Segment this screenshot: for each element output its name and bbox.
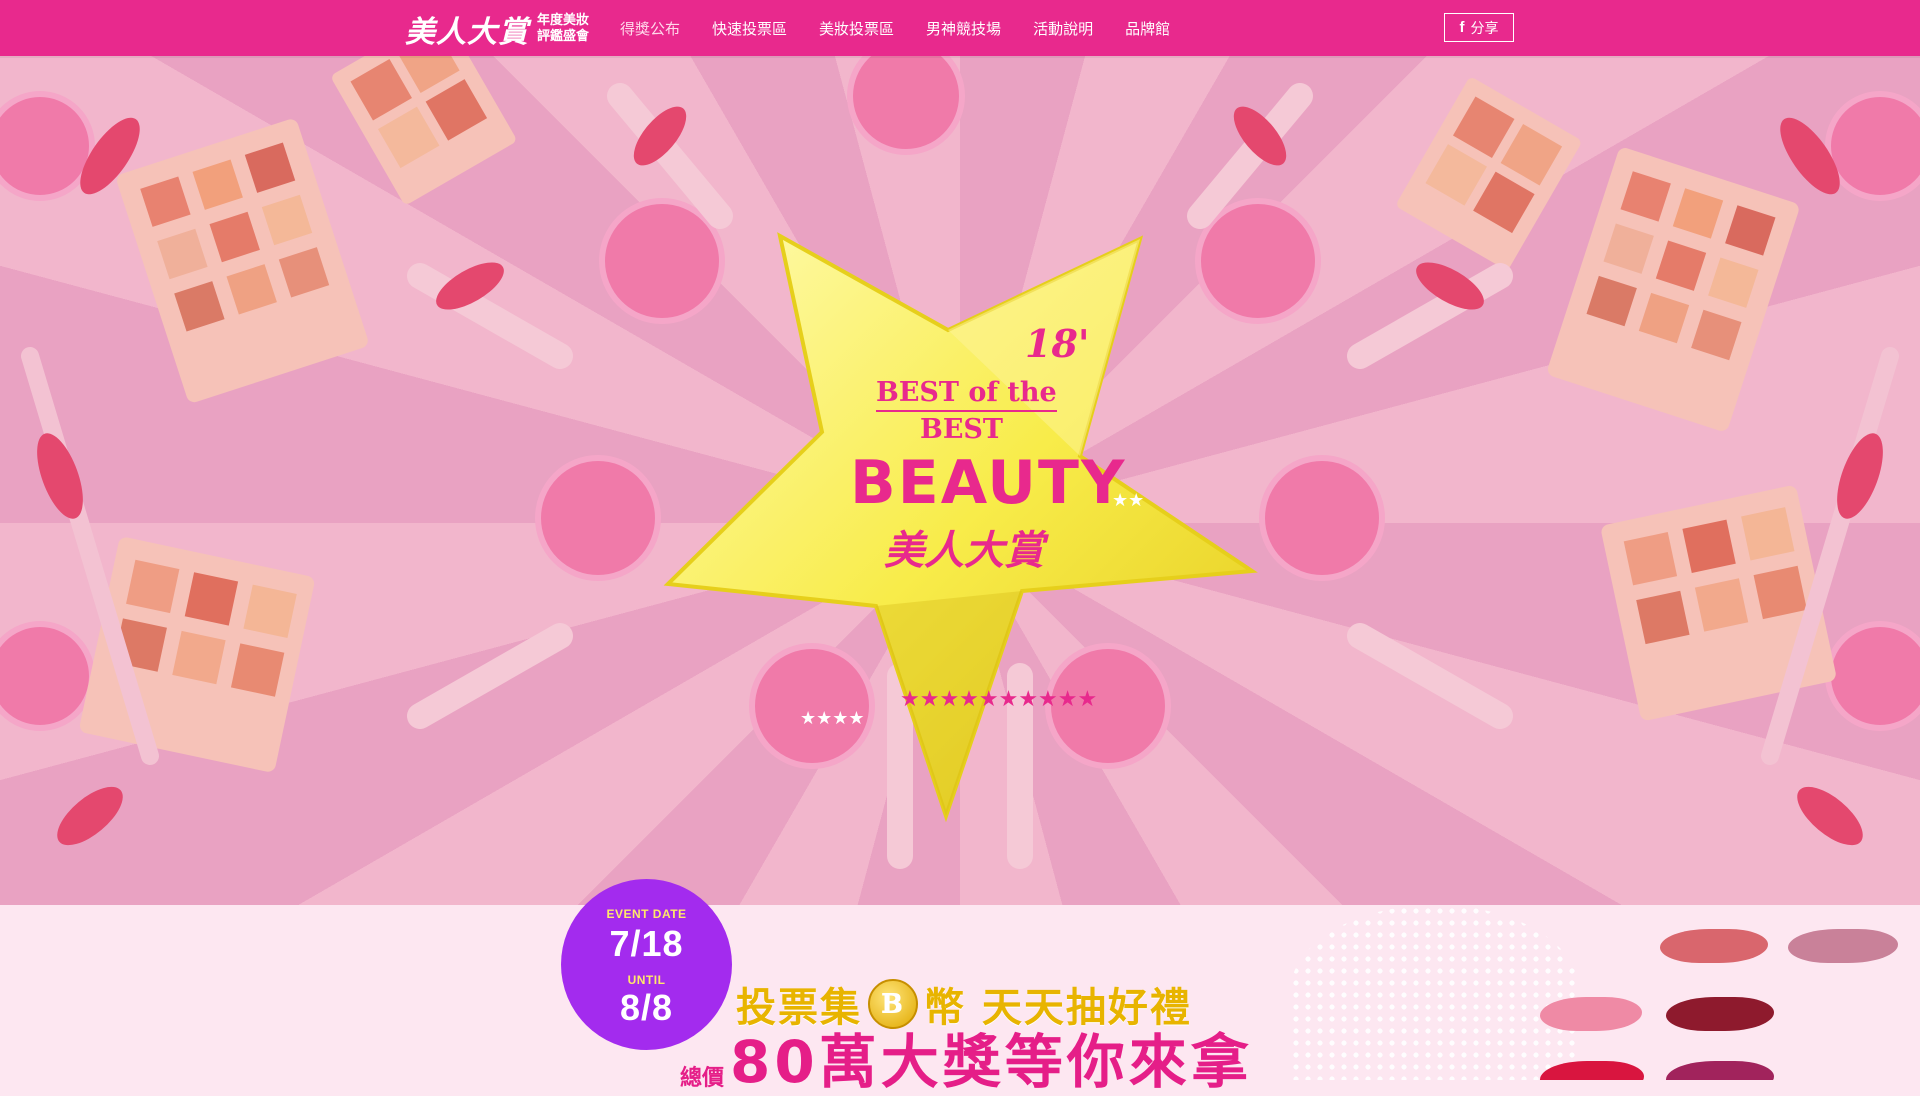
promo-headline-part1: 投票集 bbox=[736, 985, 862, 1031]
prize-small-text: 總價 bbox=[680, 1066, 725, 1091]
nav-item-beauty-vote[interactable]: 美妝投票區 bbox=[819, 18, 894, 39]
hero-year: 18' bbox=[1025, 321, 1090, 366]
nav-item-brands[interactable]: 品牌館 bbox=[1125, 18, 1170, 39]
event-date-label: EVENT DATE bbox=[606, 907, 687, 921]
promo-headline-part2: 幣 天天抽好禮 bbox=[924, 985, 1192, 1031]
end-date: 8/8 bbox=[619, 987, 674, 1028]
top-navigation-bar: 美人大賞 年度美妝 評鑑盛會 得獎公布 快速投票區 美妝投票區 男神競技場 活動… bbox=[0, 0, 1920, 56]
share-button[interactable]: f 分享 bbox=[1444, 13, 1514, 42]
swatch-1 bbox=[1660, 929, 1768, 963]
swatch-4 bbox=[1666, 997, 1774, 1031]
nav-item-quick-vote[interactable]: 快速投票區 bbox=[712, 18, 787, 39]
promo-prize-headline: 總價 80萬大獎等你來拿 bbox=[680, 1032, 1253, 1092]
hero-brand-en: BEAUTY bbox=[850, 448, 1127, 518]
site-logo[interactable]: 美人大賞 年度美妝 評鑑盛會 bbox=[405, 9, 589, 50]
nav-item-male-arena[interactable]: 男神競技場 bbox=[926, 18, 1001, 39]
event-date-badge: EVENT DATE 7/18 UNTIL 8/8 bbox=[561, 879, 732, 1050]
nav-item-event-info[interactable]: 活動說明 bbox=[1033, 18, 1093, 39]
svg-text:★★★★★★★★★★: ★★★★★★★★★★ bbox=[900, 687, 1097, 712]
start-date: 7/18 bbox=[609, 923, 684, 964]
hero-banner: ★★★★★★★★★★ ★★★★ ★★ 18' BEST of the BEST … bbox=[0, 56, 1920, 905]
swatch-2 bbox=[1788, 929, 1898, 963]
logo-subtitle-line2: 評鑑盛會 bbox=[537, 29, 590, 44]
logo-subtitle-line1: 年度美妝 bbox=[537, 13, 590, 28]
logo-subtitle: 年度美妝 評鑑盛會 bbox=[537, 13, 589, 45]
until-label: UNTIL bbox=[627, 973, 666, 987]
swatch-6 bbox=[1666, 1061, 1774, 1080]
nav-item-awards[interactable]: 得獎公布 bbox=[620, 18, 680, 39]
main-nav: 得獎公布 快速投票區 美妝投票區 男神競技場 活動說明 品牌館 bbox=[620, 0, 1170, 56]
b-coin-icon: B bbox=[868, 979, 918, 1029]
promo-headline: 投票集 B 幣 天天抽好禮 bbox=[736, 976, 1192, 1032]
hero-line2: BEST bbox=[920, 414, 1003, 445]
svg-text:★★★★: ★★★★ bbox=[800, 708, 865, 729]
logo-title: 美人大賞 bbox=[405, 15, 529, 50]
share-label: 分享 bbox=[1470, 19, 1499, 36]
hero-line1: BEST of the bbox=[876, 376, 1057, 412]
dot-pattern bbox=[1290, 905, 1580, 1080]
swatch-3 bbox=[1540, 997, 1642, 1031]
hero-brand-zh: 美人大賞 bbox=[884, 527, 1044, 574]
star-trail: ★★★★★★★★★★ bbox=[900, 687, 1097, 712]
prize-big-text: 80萬大獎等你來拿 bbox=[730, 1028, 1253, 1096]
facebook-icon: f bbox=[1459, 19, 1465, 36]
